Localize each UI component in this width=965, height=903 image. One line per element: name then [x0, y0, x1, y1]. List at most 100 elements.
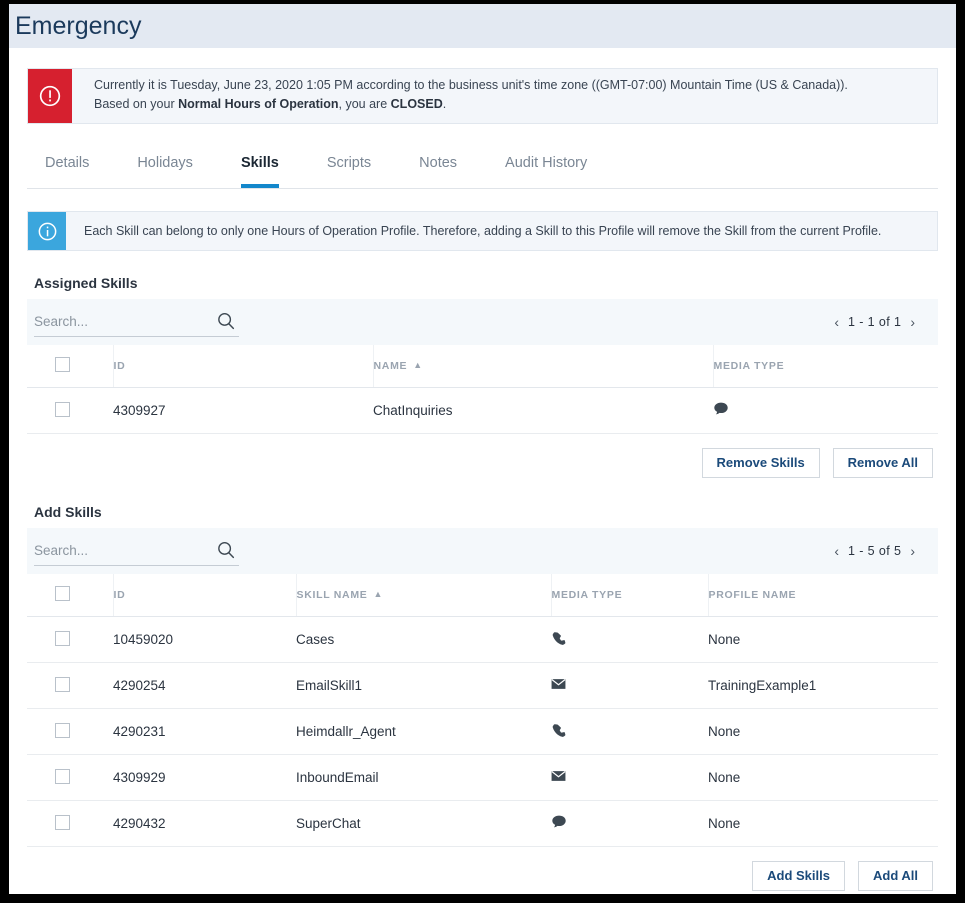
- assigned-skills-actions: Remove Skills Remove All: [27, 434, 938, 478]
- add-col-id-label: ID: [113, 589, 126, 601]
- assigned-cell-name: ChatInquiries: [373, 387, 713, 434]
- add-col-id[interactable]: ID: [113, 574, 297, 617]
- add-skills-rows: 10459020 Cases None 4290254 EmailSkill1: [27, 616, 938, 847]
- email-icon: [551, 770, 566, 785]
- add-all-button[interactable]: Add All: [857, 861, 933, 891]
- add-cell-profile-name: None: [708, 708, 938, 755]
- assigned-pagination: ‹ 1 - 1 of 1 ›: [825, 315, 924, 329]
- alert-line-1: Currently it is Tuesday, June 23, 2020 1…: [94, 78, 848, 92]
- add-pagination: ‹ 1 - 5 of 5 ›: [825, 544, 924, 558]
- add-cell-skill-name: Heimdallr_Agent: [296, 708, 551, 755]
- tab-audit-history[interactable]: Audit History: [505, 154, 587, 188]
- alert-message: Currently it is Tuesday, June 23, 2020 1…: [72, 69, 848, 123]
- add-select-all-checkbox[interactable]: [55, 586, 70, 601]
- add-col-skill-name-label: SKILL NAME: [296, 589, 368, 601]
- add-skills-toolbar: ‹ 1 - 5 of 5 ›: [27, 528, 938, 574]
- add-cell-profile-name: TrainingExample1: [708, 662, 938, 709]
- info-alert: Each Skill can belong to only one Hours …: [27, 211, 938, 251]
- table-row[interactable]: 4290231 Heimdallr_Agent None: [27, 708, 938, 755]
- page-header: Emergency: [9, 4, 956, 48]
- table-row[interactable]: 10459020 Cases None: [27, 616, 938, 663]
- table-row[interactable]: 4309927 ChatInquiries: [27, 387, 938, 434]
- assigned-select-all-header: [27, 345, 114, 388]
- table-row[interactable]: 4290254 EmailSkill1 TrainingExample1: [27, 662, 938, 709]
- assigned-cell-media-type: [713, 387, 938, 434]
- app-frame: Emergency Currently it is Tuesday, June …: [9, 4, 956, 894]
- add-page-range: 1 - 5 of 5: [847, 544, 902, 558]
- add-row-checkbox[interactable]: [55, 722, 70, 738]
- sort-asc-icon: ▲: [413, 360, 423, 370]
- assigned-search-input[interactable]: [34, 314, 194, 329]
- add-col-skill-name[interactable]: SKILL NAME ▲: [296, 574, 552, 617]
- table-row[interactable]: 4309929 InboundEmail None: [27, 754, 938, 801]
- assigned-next-page-icon[interactable]: ›: [901, 315, 924, 329]
- add-col-profile-name[interactable]: PROFILE NAME: [708, 574, 938, 617]
- alert-line2-middle: , you are: [338, 97, 391, 111]
- assigned-skills-title: Assigned Skills: [34, 275, 138, 291]
- assigned-col-media-type[interactable]: MEDIA TYPE: [713, 345, 938, 388]
- add-cell-profile-name: None: [708, 754, 938, 801]
- add-cell-profile-name: None: [708, 616, 938, 663]
- add-row-checkbox[interactable]: [55, 814, 70, 830]
- add-row-checkbox[interactable]: [55, 676, 70, 692]
- assigned-row-select-cell: [27, 387, 113, 434]
- add-cell-profile-name: None: [708, 800, 938, 847]
- add-skills-button[interactable]: Add Skills: [752, 861, 845, 891]
- sort-asc-icon: ▲: [373, 589, 384, 599]
- bottom-spacer: [27, 891, 938, 894]
- add-skills-actions: Add Skills Add All: [27, 847, 938, 891]
- add-search-input[interactable]: [34, 543, 194, 558]
- add-next-page-icon[interactable]: ›: [901, 544, 924, 558]
- assigned-col-id[interactable]: ID: [113, 345, 374, 388]
- tab-notes[interactable]: Notes: [419, 154, 457, 188]
- tab-holidays[interactable]: Holidays: [137, 154, 193, 188]
- add-search-box[interactable]: [34, 537, 239, 566]
- alert-status-value: CLOSED: [390, 97, 443, 111]
- add-cell-skill-name: SuperChat: [296, 800, 551, 847]
- assigned-search-box[interactable]: [34, 308, 239, 337]
- assigned-col-name[interactable]: NAME ▲: [373, 345, 714, 388]
- info-message: Each Skill can belong to only one Hours …: [84, 224, 882, 238]
- remove-all-button[interactable]: Remove All: [832, 448, 933, 478]
- add-cell-id: 10459020: [113, 616, 296, 663]
- assigned-cell-id: 4309927: [113, 387, 373, 434]
- add-cell-media-type: [551, 754, 708, 801]
- remove-skills-button[interactable]: Remove Skills: [701, 448, 820, 478]
- add-row-select-cell: [27, 800, 113, 847]
- add-prev-page-icon[interactable]: ‹: [825, 544, 848, 558]
- phone-icon: [551, 723, 566, 741]
- exclamation-circle-icon: [28, 69, 72, 123]
- assigned-skills-table: ID NAME ▲ MEDIA TYPE 4309927 ChatInquirie…: [27, 345, 938, 434]
- add-cell-media-type: [551, 616, 708, 663]
- assigned-col-id-label: ID: [113, 360, 126, 372]
- tab-bar: Details Holidays Skills Scripts Notes Au…: [27, 142, 938, 189]
- table-row[interactable]: 4290432 SuperChat None: [27, 800, 938, 847]
- add-cell-skill-name: InboundEmail: [296, 754, 551, 801]
- search-icon[interactable]: [215, 539, 237, 566]
- assigned-row-checkbox[interactable]: [55, 401, 70, 417]
- phone-icon: [551, 631, 566, 649]
- tab-details[interactable]: Details: [45, 154, 89, 188]
- tab-skills[interactable]: Skills: [240, 154, 279, 188]
- email-icon: [551, 678, 566, 693]
- add-row-select-cell: [27, 754, 113, 801]
- assigned-table-header-row: ID NAME ▲ MEDIA TYPE: [27, 345, 938, 388]
- tab-scripts[interactable]: Scripts: [327, 154, 371, 188]
- page-title: Emergency: [15, 12, 142, 40]
- search-icon[interactable]: [215, 310, 237, 337]
- alert-line2-suffix: .: [442, 97, 447, 111]
- add-row-checkbox[interactable]: [55, 768, 70, 784]
- chat-bubble-icon: [551, 814, 567, 833]
- add-skills-title: Add Skills: [34, 504, 102, 520]
- add-cell-media-type: [551, 662, 708, 709]
- add-row-checkbox[interactable]: [55, 630, 70, 646]
- assigned-select-all-checkbox[interactable]: [55, 357, 70, 372]
- assigned-prev-page-icon[interactable]: ‹: [825, 315, 848, 329]
- add-cell-skill-name: Cases: [296, 616, 551, 663]
- add-cell-id: 4290231: [113, 708, 296, 755]
- add-cell-media-type: [551, 708, 708, 755]
- add-cell-id: 4290432: [113, 800, 296, 847]
- assigned-col-name-label: NAME: [373, 360, 408, 372]
- add-col-media-type[interactable]: MEDIA TYPE: [551, 574, 709, 617]
- add-col-media-type-label: MEDIA TYPE: [551, 589, 623, 601]
